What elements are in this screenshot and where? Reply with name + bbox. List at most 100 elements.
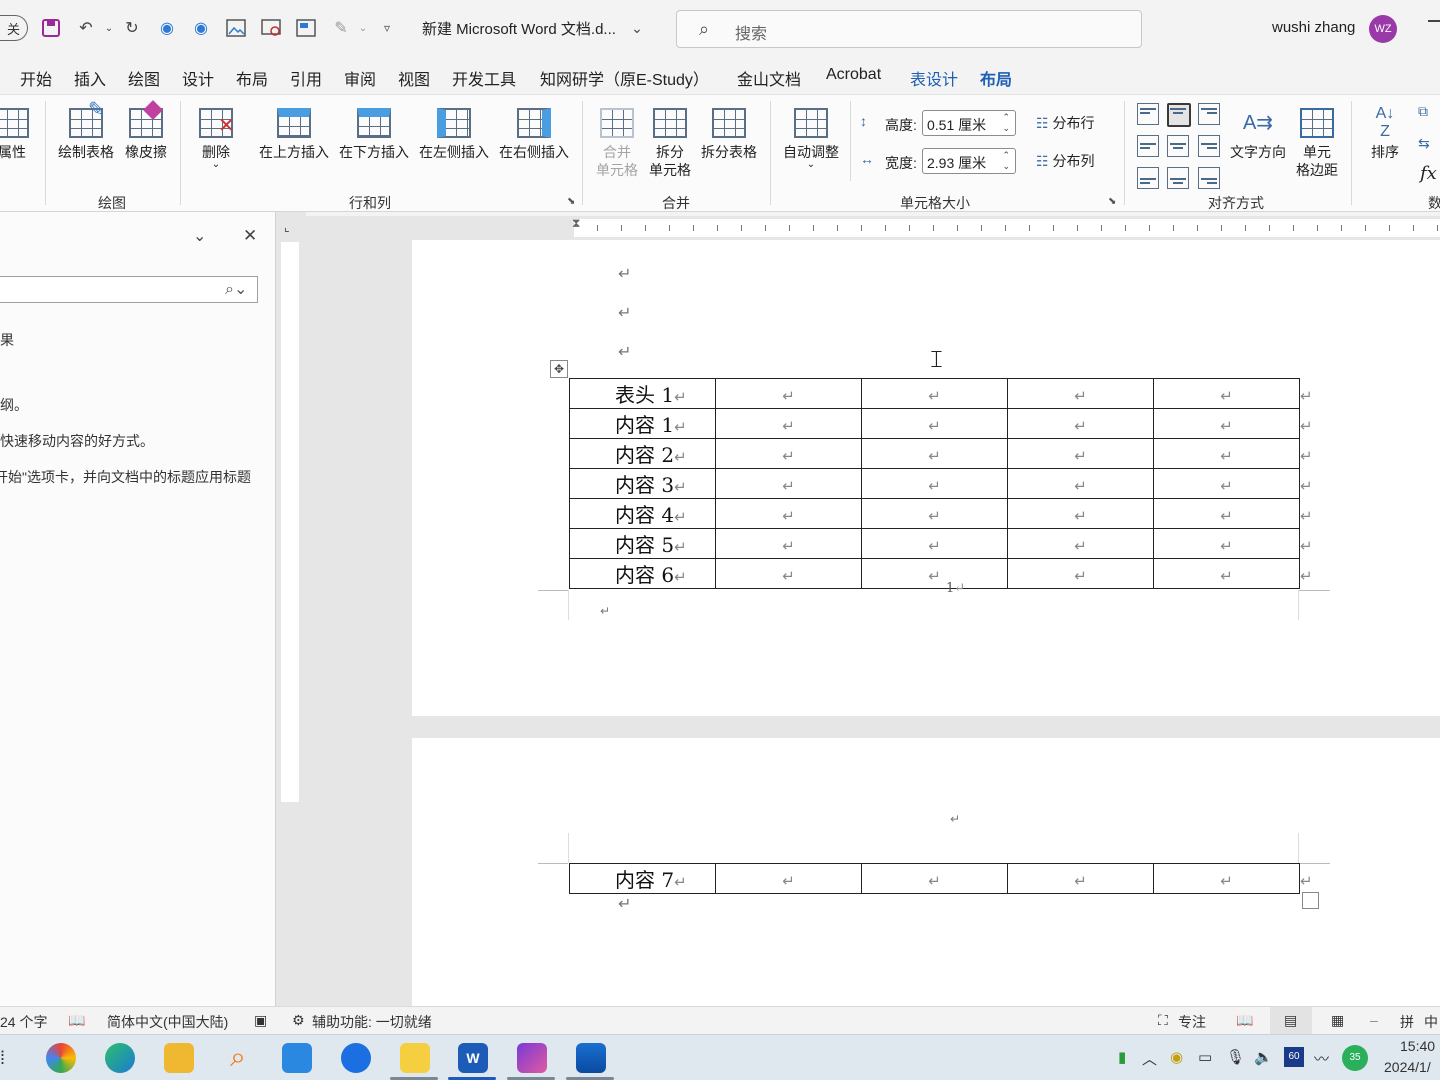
repeat-header-icon[interactable]: ⧉ (1418, 103, 1428, 120)
width-input[interactable]: 2.93 厘米 ⌃ ⌄ (922, 148, 1016, 174)
table-cell[interactable]: ↵ (861, 438, 1008, 469)
table-cell[interactable]: ↵ (1007, 498, 1154, 529)
cell-size-launcher-icon[interactable]: ⬊ (1108, 196, 1116, 207)
table-cell[interactable]: ↵ (1007, 378, 1154, 409)
zoom-out-icon[interactable]: – (1370, 1012, 1378, 1028)
save-icon[interactable] (40, 17, 62, 39)
pane-options-chevron-icon[interactable]: ⌄ (193, 226, 206, 246)
print-layout-icon[interactable]: ▤ (1284, 1012, 1297, 1029)
table-cell[interactable]: ↵ (861, 498, 1008, 529)
table-cell[interactable]: ↵ (861, 558, 1008, 589)
app-folder-icon[interactable] (400, 1043, 430, 1073)
tab-draw[interactable]: 绘图 (128, 66, 160, 90)
table-cell[interactable]: ↵ (715, 528, 862, 559)
widgets-icon[interactable]: ⁞ (0, 1048, 5, 1069)
distribute-cols-button[interactable]: ☷ 分布列 (1036, 151, 1094, 171)
file-explorer-icon[interactable] (164, 1043, 194, 1073)
user-name[interactable]: wushi zhang (1272, 19, 1355, 36)
convert-to-text-icon[interactable]: ⇆ (1418, 135, 1430, 152)
document-table[interactable]: 表头 1↵ ↵ ↵ ↵ ↵ ↵ 内容 1↵ ↵ ↵ ↵ ↵ ↵ 内容 2↵ ↵ ↵ ↵ ↵ ↵ 内容 3↵ ↵ ↵ ↵ ↵ ↵… (569, 378, 1314, 589)
draw-icon[interactable]: ✎ (330, 17, 352, 39)
align-top-center-icon[interactable] (1167, 103, 1191, 127)
microphone-icon[interactable]: 🎙 (1226, 1048, 1245, 1066)
table-cell[interactable]: ↵ (1007, 408, 1154, 439)
nav-search-input[interactable]: ⌕⌄ (0, 276, 258, 303)
tab-design[interactable]: 设计 (182, 66, 214, 90)
table-cell[interactable]: 内容 5↵ (569, 528, 716, 559)
table-cell[interactable]: ↵ (1153, 438, 1300, 469)
tab-stop-selector-icon[interactable]: ⌞ (284, 220, 290, 234)
table-cell[interactable]: ↵ (861, 378, 1008, 409)
draw-table-button[interactable]: ✎ 绘制表格 (56, 100, 116, 161)
table-cell[interactable]: ↵ (861, 863, 1008, 894)
redo-icon[interactable]: ↻ (121, 17, 143, 39)
table-cell[interactable]: 内容 4↵ (569, 498, 716, 529)
focus-icon[interactable]: ⛶ (1158, 1012, 1168, 1029)
height-spinner-icon[interactable]: ⌃ ⌄ (1002, 112, 1010, 134)
insert-right-button[interactable]: 在右侧插入 (496, 105, 572, 161)
align-bottom-center-icon[interactable] (1167, 167, 1189, 189)
tab-insert[interactable]: 插入 (74, 66, 106, 90)
accessibility-icon[interactable]: ⚙ (292, 1012, 305, 1029)
circle-blue-2-icon[interactable]: ◉ (190, 17, 212, 39)
word-count[interactable]: 24 个字 (0, 1012, 47, 1032)
autosave-toggle[interactable]: 关 (0, 15, 28, 41)
accessibility-status[interactable]: 辅助功能: 一切就绪 (312, 1012, 432, 1032)
table-cell[interactable]: 内容 2↵ (569, 438, 716, 469)
width-spinner-icon[interactable]: ⌃ ⌄ (1002, 150, 1010, 172)
table-move-handle-icon[interactable]: ✥ (550, 360, 568, 378)
tab-home[interactable]: 开始 (20, 66, 52, 90)
table-cell[interactable]: ↵ (1153, 528, 1300, 559)
undo-dropdown-icon[interactable]: ⌄ (98, 17, 120, 39)
height-input[interactable]: 0.51 厘米 ⌃ ⌄ (922, 110, 1016, 136)
table-cell[interactable]: ↵ (1007, 528, 1154, 559)
table-cell[interactable]: ↵ (715, 468, 862, 499)
insert-left-button[interactable]: 在左侧插入 (416, 105, 492, 161)
chrome-icon[interactable] (46, 1043, 76, 1073)
table-cell[interactable]: ↵ (1153, 468, 1300, 499)
align-top-right-icon[interactable] (1198, 103, 1220, 125)
draw-dropdown-icon[interactable]: ⌄ (352, 17, 374, 39)
autofit-button[interactable]: 自动调整 ⌄ (780, 105, 842, 170)
table-cell[interactable]: ↵ (861, 408, 1008, 439)
read-mode-icon[interactable]: 📖 (1236, 1012, 1253, 1029)
align-top-left-icon[interactable] (1137, 103, 1159, 125)
table-cell[interactable]: ↵ (715, 408, 862, 439)
web-layout-icon[interactable]: ▦ (1331, 1012, 1344, 1029)
input-method-icon[interactable]: 拼 (1400, 1012, 1414, 1032)
feishu-icon[interactable] (282, 1043, 312, 1073)
align-middle-left-icon[interactable] (1137, 135, 1159, 157)
cell-margins-button[interactable]: 单元 格边距 (1294, 105, 1340, 179)
proofing-icon[interactable]: 📖 (68, 1012, 85, 1029)
insert-above-button[interactable]: 在上方插入 (256, 105, 332, 161)
table-cell[interactable]: ↵ (861, 528, 1008, 559)
distribute-rows-button[interactable]: ☷ 分布行 (1036, 113, 1094, 133)
search-app-icon[interactable]: ⌕ (223, 1043, 253, 1073)
align-middle-right-icon[interactable] (1198, 135, 1220, 157)
table-cell[interactable]: ↵ (861, 468, 1008, 499)
table-cell[interactable]: ↵ (1007, 468, 1154, 499)
tab-review[interactable]: 审阅 (344, 66, 376, 90)
rows-cols-launcher-icon[interactable]: ⬊ (567, 196, 575, 207)
word-icon[interactable]: W (458, 1043, 488, 1073)
properties-button[interactable]: 属性 (0, 105, 32, 161)
wifi-icon[interactable]: 〰 (1314, 1048, 1329, 1069)
tray-badge-60[interactable]: 60 (1284, 1047, 1304, 1067)
table-cell[interactable]: ↵ (715, 498, 862, 529)
battery-icon[interactable]: ▭ (1198, 1048, 1212, 1066)
close-icon[interactable]: ✕ (243, 226, 257, 246)
picture-icon[interactable] (225, 17, 247, 39)
indent-marker-icon[interactable]: ⧗ (572, 216, 580, 231)
table-cell[interactable]: ↵ (1153, 863, 1300, 894)
table-cell[interactable]: ↵ (1007, 558, 1154, 589)
chevron-down-icon[interactable]: ⌄ (626, 17, 648, 39)
macro-record-icon[interactable]: ▣ (254, 1012, 267, 1029)
align-bottom-right-icon[interactable] (1198, 167, 1220, 189)
table-cell[interactable]: ↵ (1153, 378, 1300, 409)
circle-blue-icon[interactable]: ◉ (156, 17, 178, 39)
remote-desktop-icon[interactable] (576, 1043, 606, 1073)
merge-cells-button[interactable]: 合并 单元格 (594, 105, 640, 179)
text-direction-button[interactable]: A⇉ 文字方向 (1228, 105, 1288, 161)
horizontal-ruler[interactable]: ⧗ (306, 216, 1440, 240)
clock-time[interactable]: 15:40 (1400, 1038, 1435, 1054)
